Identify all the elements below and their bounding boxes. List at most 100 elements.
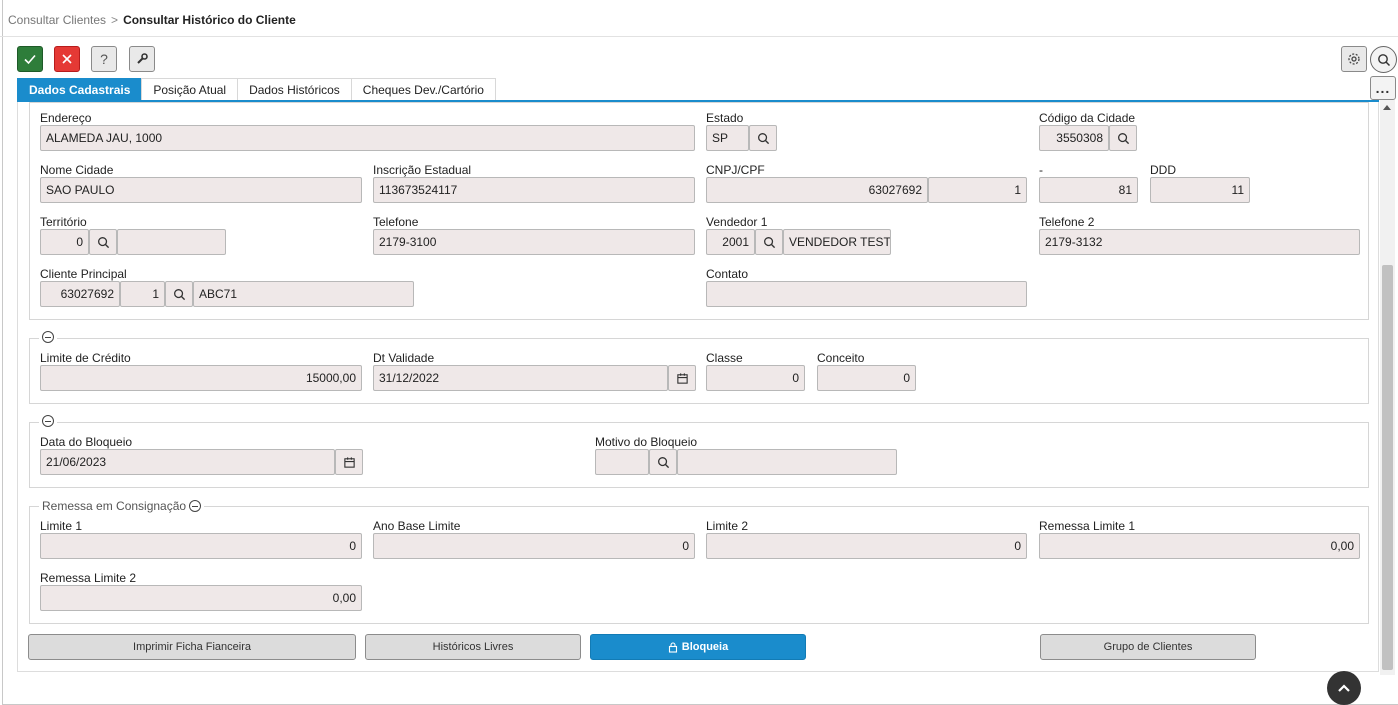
- tab-dados-historicos[interactable]: Dados Históricos: [237, 78, 352, 101]
- vendedor-search-button[interactable]: [755, 229, 783, 255]
- collapse-icon: [42, 331, 54, 343]
- cnpj-cpf-field[interactable]: 63027692: [706, 177, 928, 203]
- estado-field[interactable]: SP: [706, 125, 749, 151]
- cliente-principal-name-field[interactable]: ABC71: [193, 281, 414, 307]
- search-icon: [757, 132, 769, 144]
- ddd-field[interactable]: 11: [1150, 177, 1250, 203]
- search-icon: [1117, 132, 1129, 144]
- telefone2-field[interactable]: 2179-3132: [1039, 229, 1360, 255]
- cliente-principal-search-button[interactable]: [165, 281, 193, 307]
- classe-label: Classe: [706, 351, 743, 365]
- settings-button[interactable]: [1341, 46, 1367, 72]
- vendedor-name-field[interactable]: VENDEDOR TESTE: [783, 229, 891, 255]
- dt-validade-field[interactable]: 31/12/2022: [373, 365, 668, 391]
- cliente-principal-seq-field[interactable]: 1: [120, 281, 165, 307]
- tab-bar: Dados Cadastrais Posição Atual Dados His…: [17, 78, 496, 101]
- more-options-button[interactable]: ...: [1370, 76, 1396, 100]
- gear-icon: [1348, 53, 1360, 65]
- cliente-principal-label: Cliente Principal: [40, 267, 127, 281]
- chevron-up-icon: [1338, 684, 1350, 692]
- motivo-bloqueio-label: Motivo do Bloqueio: [595, 435, 698, 449]
- header-divider: [0, 36, 1398, 37]
- inscricao-estadual-field[interactable]: 113673524117: [373, 177, 695, 203]
- codigo-cidade-field[interactable]: 3550308: [1039, 125, 1109, 151]
- dash-label: -: [1039, 163, 1043, 177]
- calendar-icon: [343, 456, 355, 468]
- motivo-bloqueio-search-button[interactable]: [649, 449, 677, 475]
- limite2-label: Limite 2: [706, 519, 749, 533]
- tab-posicao-atual[interactable]: Posição Atual: [141, 78, 239, 101]
- codigo-cidade-search-button[interactable]: [1109, 125, 1137, 151]
- limite1-field[interactable]: 0: [40, 533, 362, 559]
- estado-search-button[interactable]: [749, 125, 777, 151]
- scroll-to-top-button[interactable]: [1327, 671, 1361, 705]
- endereco-field[interactable]: ALAMEDA JAU, 1000: [40, 125, 695, 151]
- bloqueia-button[interactable]: Bloqueia: [590, 634, 806, 660]
- collapse-icon: [42, 415, 54, 427]
- ellipsis-icon: ...: [1375, 80, 1391, 96]
- ano-base-limite-label: Ano Base Limite: [373, 519, 461, 533]
- historicos-livres-label: Históricos Livres: [432, 641, 514, 653]
- nome-cidade-field[interactable]: SAO PAULO: [40, 177, 362, 203]
- grupo-clientes-label: Grupo de Clientes: [1103, 641, 1193, 653]
- tab-cheques-dev-cartorio[interactable]: Cheques Dev./Cartório: [350, 78, 496, 101]
- global-search-button[interactable]: [1370, 46, 1397, 73]
- codigo-cidade-label: Código da Cidade: [1039, 111, 1136, 125]
- imprimir-ficha-button[interactable]: Imprimir Ficha Fianceira: [28, 634, 356, 660]
- data-bloqueio-calendar-button[interactable]: [335, 449, 363, 475]
- dt-validade-calendar-button[interactable]: [668, 365, 696, 391]
- contato-field[interactable]: [706, 281, 1027, 307]
- cliente-principal-code-field[interactable]: 63027692: [40, 281, 120, 307]
- ano-base-limite-field[interactable]: 0: [373, 533, 695, 559]
- limite-credito-field[interactable]: 15000,00: [40, 365, 362, 391]
- bloqueio-collapse-toggle[interactable]: [39, 415, 57, 427]
- ddd-label: DDD: [1150, 163, 1176, 177]
- wrench-icon: [137, 53, 148, 64]
- tab-dados-cadastrais[interactable]: Dados Cadastrais: [17, 78, 143, 101]
- credito-collapse-toggle[interactable]: [39, 331, 57, 343]
- vendedor-code-field[interactable]: 2001: [706, 229, 755, 255]
- collapse-icon[interactable]: [189, 500, 202, 512]
- breadcrumb-parent[interactable]: Consultar Clientes: [8, 13, 106, 27]
- remessa-legend: Remessa em Consignação: [39, 499, 205, 513]
- conceito-field[interactable]: 0: [817, 365, 916, 391]
- tools-button[interactable]: [129, 46, 155, 72]
- endereco-label: Endereço: [40, 111, 92, 125]
- territorio-field[interactable]: 0: [40, 229, 89, 255]
- search-icon: [97, 236, 109, 248]
- data-bloqueio-field[interactable]: 21/06/2023: [40, 449, 335, 475]
- remessa-limite1-field[interactable]: 0,00: [1039, 533, 1360, 559]
- estado-label: Estado: [706, 111, 744, 125]
- search-icon: [1377, 53, 1390, 66]
- motivo-bloqueio-desc-field[interactable]: [677, 449, 897, 475]
- inscricao-estadual-label: Inscrição Estadual: [373, 163, 472, 177]
- lock-icon: [668, 641, 677, 653]
- vertical-scrollbar[interactable]: [1380, 100, 1395, 675]
- classe-field[interactable]: 0: [706, 365, 805, 391]
- remessa-title: Remessa em Consignação: [42, 499, 187, 513]
- vendedor-label: Vendedor 1: [706, 215, 768, 229]
- territorio-desc-field[interactable]: [117, 229, 226, 255]
- scrollbar-thumb[interactable]: [1382, 265, 1393, 670]
- remessa-limite2-field[interactable]: 0,00: [40, 585, 362, 611]
- grupo-clientes-button[interactable]: Grupo de Clientes: [1040, 634, 1256, 660]
- help-icon: ?: [100, 51, 108, 67]
- dash-field[interactable]: 81: [1039, 177, 1138, 203]
- cancel-button[interactable]: [54, 46, 80, 72]
- help-button[interactable]: ?: [91, 46, 117, 72]
- search-icon: [763, 236, 775, 248]
- telefone-field[interactable]: 2179-3100: [373, 229, 695, 255]
- remessa-limite1-label: Remessa Limite 1: [1039, 519, 1136, 533]
- territorio-search-button[interactable]: [89, 229, 117, 255]
- data-bloqueio-label: Data do Bloqueio: [40, 435, 133, 449]
- historicos-livres-button[interactable]: Históricos Livres: [365, 634, 581, 660]
- scroll-up-icon[interactable]: [1383, 105, 1391, 110]
- telefone2-label: Telefone 2: [1039, 215, 1095, 229]
- remessa-limite2-label: Remessa Limite 2: [40, 571, 137, 585]
- confirm-button[interactable]: [17, 46, 43, 72]
- limite2-field[interactable]: 0: [706, 533, 1027, 559]
- nome-cidade-label: Nome Cidade: [40, 163, 114, 177]
- motivo-bloqueio-code-field[interactable]: [595, 449, 649, 475]
- cnpj-seq-field[interactable]: 1: [928, 177, 1027, 203]
- imprimir-ficha-label: Imprimir Ficha Fianceira: [133, 641, 251, 653]
